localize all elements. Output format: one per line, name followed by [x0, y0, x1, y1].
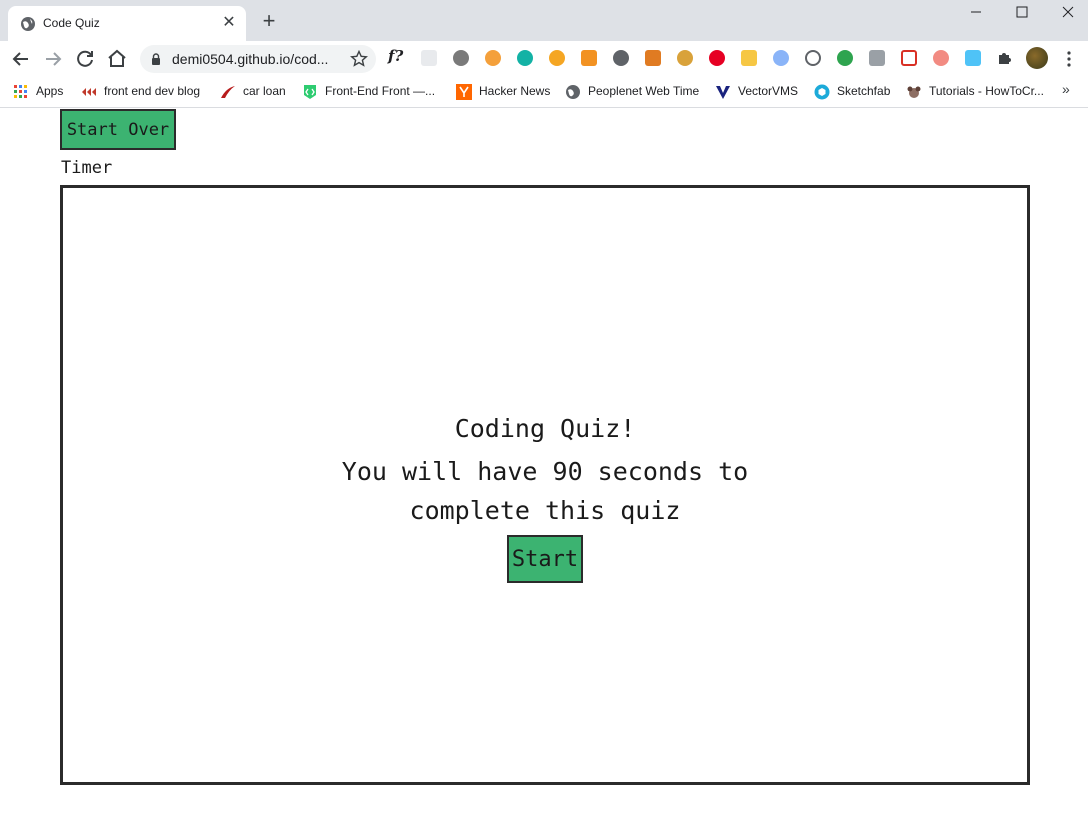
- browser-toolbar: demi0504.github.io/cod... f?: [0, 41, 1088, 77]
- extension-sphere-icon[interactable]: [773, 50, 789, 66]
- bookmark-label: VectorVMS: [738, 84, 799, 98]
- blog-icon: [82, 88, 96, 96]
- extension-f-icon[interactable]: f?: [388, 47, 403, 65]
- extension-u-icon[interactable]: [965, 50, 981, 66]
- profile-avatar[interactable]: [1026, 47, 1048, 69]
- bookmark-label: front end dev blog: [104, 84, 201, 98]
- new-tab-button[interactable]: +: [258, 10, 280, 32]
- url-text: demi0504.github.io/cod...: [172, 51, 329, 67]
- globe-icon: [566, 85, 580, 99]
- window-minimize-icon[interactable]: [953, 0, 999, 28]
- extension-flower-icon[interactable]: [549, 50, 565, 66]
- back-arrow-icon[interactable]: [9, 47, 33, 71]
- extension-h-icon[interactable]: [869, 50, 885, 66]
- tutorials-icon: [907, 86, 921, 98]
- extension-green-icon[interactable]: [837, 50, 853, 66]
- extension-gear-icon[interactable]: [453, 50, 469, 66]
- extension-arrow-icon[interactable]: [933, 50, 949, 66]
- window-maximize-icon[interactable]: [999, 0, 1045, 28]
- extension-grid-icon[interactable]: [421, 50, 437, 66]
- browser-tab[interactable]: Code Quiz ✕: [8, 6, 246, 41]
- quiz-container: Coding Quiz! You will have 90 seconds to…: [60, 185, 1030, 785]
- extension-m-icon[interactable]: [517, 50, 533, 66]
- extension-sticky-icon[interactable]: [741, 50, 757, 66]
- reload-icon[interactable]: [73, 47, 97, 71]
- home-icon[interactable]: [105, 47, 129, 71]
- start-button[interactable]: Start: [507, 535, 583, 583]
- start-over-button[interactable]: Start Over: [60, 109, 176, 150]
- bookmark-label: Front-End Front —...: [325, 84, 436, 98]
- bookmark-label: car loan: [243, 84, 286, 98]
- forward-arrow-icon[interactable]: [41, 47, 65, 71]
- tab-title: Code Quiz: [43, 16, 100, 30]
- sketchfab-icon: [814, 84, 830, 100]
- extension-circle-icon[interactable]: [613, 50, 629, 66]
- bookmarks-bar: Apps front end dev blog car loan Front-E…: [0, 77, 1088, 108]
- extension-orange-icon[interactable]: [581, 50, 597, 66]
- page-content: Start Over Timer Coding Quiz! You will h…: [0, 109, 1088, 838]
- bookmark-label: Peoplenet Web Time: [588, 84, 700, 98]
- globe-icon: [21, 17, 35, 31]
- extension-chat-icon[interactable]: [485, 50, 501, 66]
- quiz-description: You will have 90 seconds to complete thi…: [341, 457, 749, 525]
- car-loan-icon: [221, 86, 235, 98]
- hacker-news-icon: [456, 84, 472, 100]
- pinterest-icon[interactable]: [709, 50, 725, 66]
- browser-menu-icon[interactable]: [1062, 49, 1076, 69]
- apps-grid-icon: [14, 85, 27, 98]
- browser-tabstrip: Code Quiz ✕ +: [0, 0, 1088, 41]
- bookmark-label: Hacker News: [479, 84, 551, 98]
- bookmark-label: Sketchfab: [837, 84, 891, 98]
- pocket-icon[interactable]: [901, 50, 917, 66]
- vectorvms-icon: [716, 86, 730, 99]
- extension-in-icon[interactable]: [645, 50, 661, 66]
- quiz-title: Coding Quiz!: [454, 414, 636, 443]
- window-close-icon[interactable]: [1045, 0, 1088, 28]
- frontend-front-icon: [304, 85, 316, 99]
- bookmark-label: Apps: [36, 84, 64, 98]
- extension-code-icon[interactable]: [805, 50, 821, 66]
- tab-close-icon[interactable]: ✕: [220, 14, 238, 32]
- address-bar[interactable]: demi0504.github.io/cod...: [140, 45, 376, 73]
- bookmark-star-icon[interactable]: [350, 50, 368, 68]
- extension-cookie-icon[interactable]: [677, 50, 693, 66]
- more-bookmarks-button[interactable]: »: [1062, 81, 1070, 97]
- lock-icon: [152, 53, 160, 65]
- extensions-puzzle-icon[interactable]: [997, 50, 1013, 66]
- bookmark-label: Tutorials - HowToCr...: [929, 84, 1044, 98]
- timer-label: Timer: [61, 158, 113, 178]
